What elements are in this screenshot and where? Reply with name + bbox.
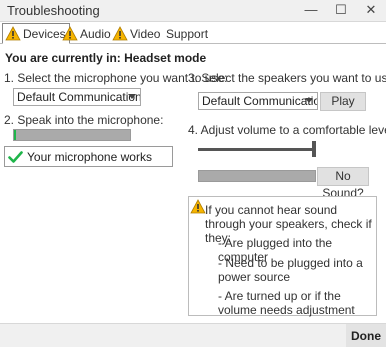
mode-status: You are currently in: Headset mode (5, 51, 207, 65)
warning-icon (5, 26, 21, 41)
warning-icon (62, 26, 78, 41)
microphone-works-status: Your microphone works (4, 146, 173, 167)
help-box: If you cannot hear sound through your sp… (188, 196, 377, 317)
volume-slider-thumb[interactable] (312, 141, 316, 157)
volume-label: 4. Adjust volume to a comfortable level: (188, 123, 386, 137)
microphone-works-text: Your microphone works (27, 149, 152, 164)
microphone-level-fill (14, 130, 16, 140)
speaker-level-meter (198, 170, 316, 182)
footer-bar: Done (0, 323, 386, 347)
help-item: - Are turned up or if the volume needs a… (218, 289, 355, 317)
chevron-down-icon (305, 98, 313, 103)
tab-devices[interactable]: Devices (2, 23, 70, 44)
minimize-button[interactable]: — (300, 1, 322, 19)
close-button[interactable]: ✕ (360, 1, 382, 19)
speakers-select-label: 3. Select the speakers you want to use: (188, 71, 386, 85)
play-button[interactable]: Play (320, 92, 366, 111)
window-title: Troubleshooting (7, 3, 100, 18)
warning-icon (112, 26, 128, 41)
warning-icon (190, 199, 206, 214)
maximize-button[interactable]: ☐ (330, 1, 352, 19)
checkmark-icon (8, 150, 23, 163)
tab-support[interactable]: Support (164, 23, 208, 44)
tab-label: Devices (23, 26, 66, 41)
tab-label: Audio (80, 26, 111, 41)
tab-bar: Devices Audio Video Support (0, 22, 386, 44)
done-button[interactable]: Done (346, 324, 386, 347)
no-sound-button[interactable]: No Sound? (317, 167, 369, 200)
microphone-selected: Default Communication D... (17, 90, 141, 104)
speakers-selected: Default Communication... (202, 94, 317, 108)
microphone-dropdown[interactable]: Default Communication D... (13, 88, 141, 106)
tab-video[interactable]: Video (112, 23, 160, 44)
volume-slider-track[interactable] (198, 148, 315, 151)
tab-label: Support (166, 26, 209, 41)
title-bar: Troubleshooting — ☐ ✕ (0, 0, 386, 22)
help-item: - Need to be plugged into a power source (218, 256, 363, 284)
microphone-level-meter (13, 129, 131, 141)
speak-label: 2. Speak into the microphone: (4, 113, 164, 127)
tab-label: Video (130, 26, 161, 41)
tab-audio[interactable]: Audio (62, 23, 111, 44)
chevron-down-icon (128, 94, 136, 99)
speakers-dropdown[interactable]: Default Communication... (198, 92, 318, 110)
